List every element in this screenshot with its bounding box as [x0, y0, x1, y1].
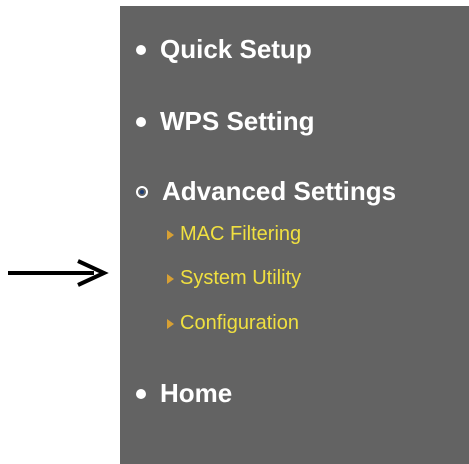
bullet-icon: [136, 116, 146, 127]
triangle-right-icon: [167, 318, 174, 329]
open-bullet-icon: [136, 185, 148, 198]
submenu-item-label: Configuration: [180, 312, 299, 334]
menu-item-label: Quick Setup: [160, 34, 312, 64]
sidebar-menu: Quick Setup WPS Setting Advanced Setting…: [120, 6, 469, 464]
arrow-right-icon: [8, 259, 109, 287]
menu-item-wps-setting[interactable]: WPS Setting: [136, 106, 315, 137]
submenu-item-label: MAC Filtering: [180, 223, 302, 245]
submenu-item-mac-filtering[interactable]: MAC Filtering: [167, 223, 301, 246]
submenu-item-system-utility[interactable]: System Utility: [167, 267, 301, 290]
menu-item-quick-setup[interactable]: Quick Setup: [136, 34, 312, 65]
menu-item-label: WPS Setting: [160, 106, 315, 136]
menu-item-label: Home: [160, 378, 233, 408]
menu-item-home[interactable]: Home: [136, 378, 232, 409]
bullet-icon: [136, 44, 146, 55]
submenu-item-configuration[interactable]: Configuration: [167, 312, 299, 335]
menu-item-label: Advanced Settings: [162, 176, 397, 206]
bullet-icon: [136, 388, 146, 399]
triangle-right-icon: [167, 273, 174, 284]
screenshot-stage: Quick Setup WPS Setting Advanced Setting…: [0, 0, 469, 464]
triangle-right-icon: [167, 229, 174, 240]
submenu-item-label: System Utility: [180, 267, 302, 289]
menu-item-advanced-settings[interactable]: Advanced Settings: [136, 176, 396, 207]
